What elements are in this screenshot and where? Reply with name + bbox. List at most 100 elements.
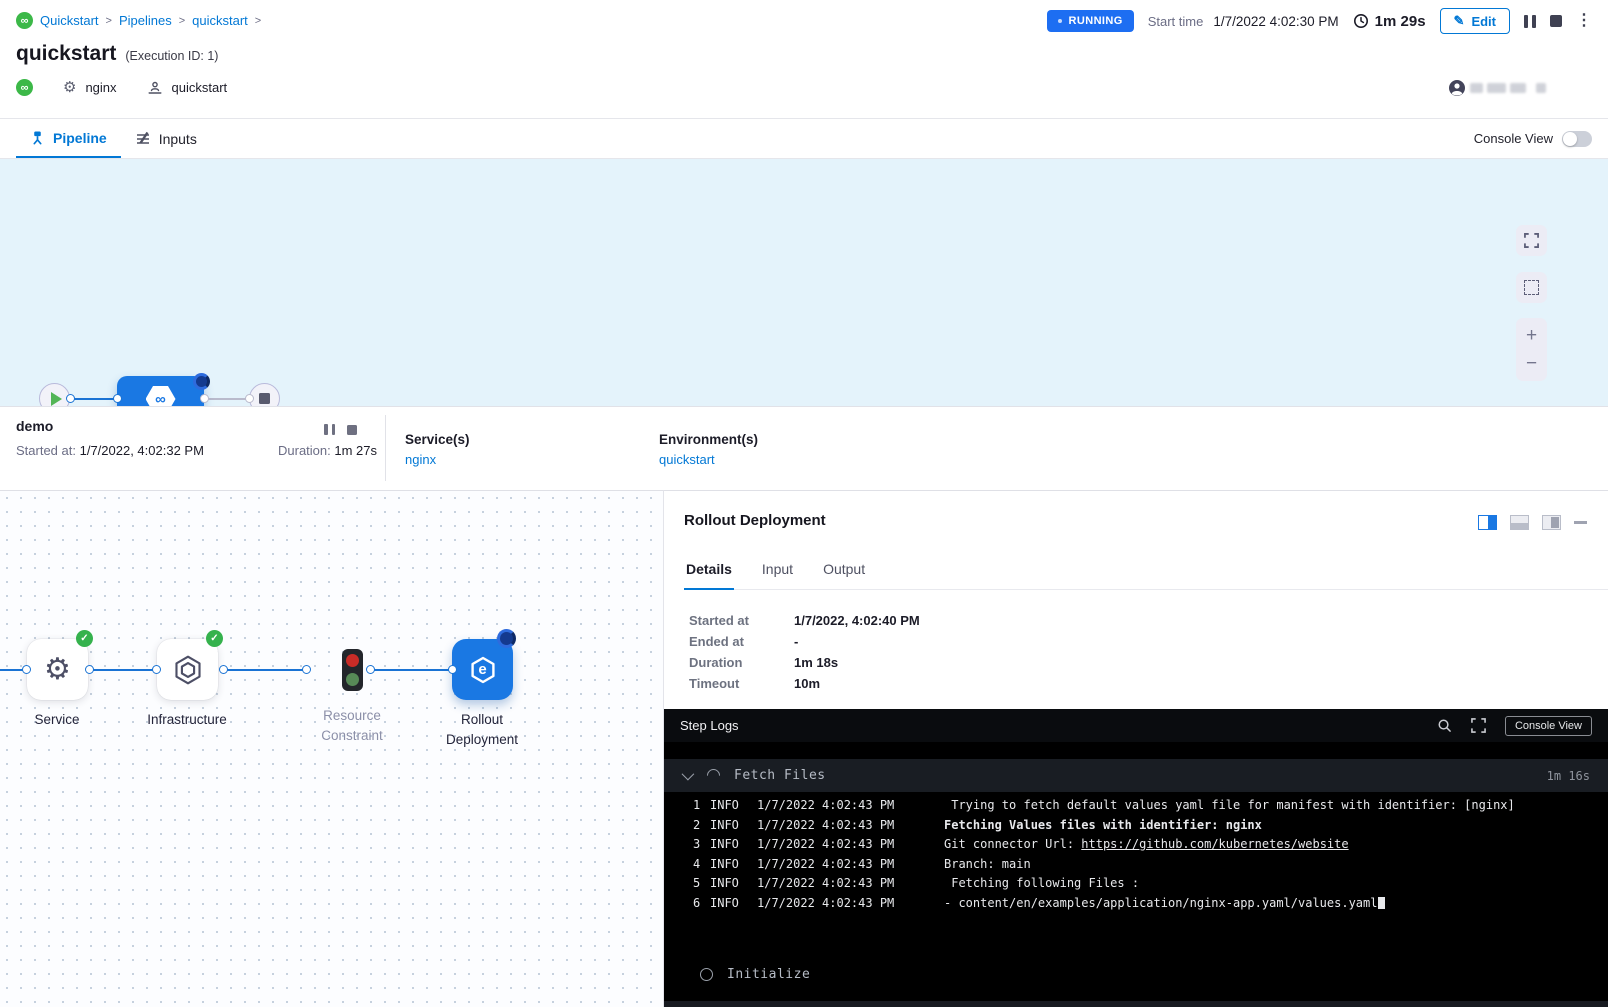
redacted-text: [1470, 83, 1483, 93]
edit-button[interactable]: ✎ Edit: [1440, 8, 1510, 34]
breadcrumb: ∞ Quickstart > Pipelines > quickstart >: [16, 12, 261, 29]
section-name: Initialize: [727, 967, 810, 982]
detail-label: Timeout: [689, 676, 794, 691]
start-time-value: 1/7/2022 4:02:30 PM: [1213, 14, 1338, 29]
execution-toolbar: RUNNING Start time 1/7/2022 4:02:30 PM 1…: [1047, 8, 1592, 34]
service-tag[interactable]: nginx: [85, 80, 116, 95]
elapsed-time: 1m 29s: [1353, 13, 1426, 30]
stop-icon: [259, 393, 270, 404]
resource-constraint-node-label: Resource Constraint: [287, 706, 417, 746]
connector-dot: [366, 665, 375, 674]
connector-dot: [245, 394, 254, 403]
gear-icon: ⚙: [63, 80, 76, 95]
section-pending-icon: [700, 968, 713, 981]
step-details-panel: Rollout Deployment Details Input Output …: [663, 490, 1608, 1007]
connector-dot: [152, 665, 161, 674]
console-view-toggle[interactable]: [1562, 131, 1592, 147]
step-logs-bar: Step Logs Console View: [664, 709, 1608, 742]
divider: [385, 415, 386, 481]
marquee-icon: [1524, 280, 1539, 295]
edge: [90, 669, 154, 671]
tab-input[interactable]: Input: [760, 557, 795, 589]
breadcrumb-pipelines[interactable]: Pipelines: [119, 13, 172, 28]
view-tabbar: Pipeline Inputs Console View: [0, 118, 1608, 159]
stop-execution-button[interactable]: [1550, 15, 1562, 27]
log-line: 1INFO1/7/2022 4:02:43 PM Trying to fetch…: [664, 796, 1608, 816]
traffic-light-red: [346, 654, 359, 667]
step-panel-tabs: Details Input Output: [684, 557, 1608, 590]
log-url-link[interactable]: https://github.com/kubernetes/website: [1081, 837, 1348, 851]
log-line: 6INFO1/7/2022 4:02:43 PM - content/en/ex…: [664, 894, 1608, 914]
breadcrumb-project[interactable]: Quickstart: [40, 13, 99, 28]
detail-value: 1m 18s: [794, 655, 920, 670]
layout-bottom-button[interactable]: [1510, 515, 1529, 530]
step-node-infrastructure[interactable]: [157, 639, 218, 700]
success-check-icon: ✓: [76, 630, 93, 647]
fullscreen-button[interactable]: [1516, 225, 1547, 256]
log-line: 4INFO1/7/2022 4:02:43 PM Branch: main: [664, 855, 1608, 875]
edge: [370, 669, 452, 671]
layout-right-button[interactable]: [1542, 515, 1561, 530]
edge: [0, 669, 24, 671]
connector-dot: [219, 665, 228, 674]
services-label: Service(s): [405, 432, 470, 447]
detail-label: Started at: [689, 613, 794, 628]
layout-split-right-button[interactable]: [1478, 515, 1497, 530]
more-options-button[interactable]: ⋮: [1576, 13, 1592, 29]
service-gear-icon: ⚙: [44, 655, 71, 685]
connector-dot: [302, 665, 311, 674]
log-section-initialize[interactable]: Initialize: [664, 958, 1608, 991]
marquee-select-button[interactable]: [1516, 272, 1547, 303]
tab-inputs[interactable]: Inputs: [121, 119, 211, 158]
start-time-label: Start time: [1148, 14, 1204, 29]
environments-block: Environment(s) quickstart: [659, 432, 758, 467]
zoom-in-button[interactable]: +: [1526, 326, 1537, 345]
environment-link[interactable]: quickstart: [659, 452, 758, 467]
log-line: 3INFO1/7/2022 4:02:43 PM Git connector U…: [664, 835, 1608, 855]
log-line: 2INFO1/7/2022 4:02:43 PM Fetching Values…: [664, 816, 1608, 836]
log-section-fetch-files[interactable]: Fetch Files 1m 16s: [664, 759, 1608, 792]
tab-output[interactable]: Output: [821, 557, 867, 589]
clock-icon: [1353, 13, 1369, 29]
traffic-light-green: [346, 673, 359, 686]
connector-dot: [113, 394, 122, 403]
step-node-rollout-deployment[interactable]: e: [452, 639, 513, 700]
environments-label: Environment(s): [659, 432, 758, 447]
breadcrumb-pipeline-name[interactable]: quickstart: [192, 13, 248, 28]
stage-details-bar: demo Started at: 1/7/2022, 4:02:32 PM Du…: [0, 406, 1608, 490]
redacted-text: [1487, 83, 1506, 93]
tab-pipeline[interactable]: Pipeline: [16, 119, 121, 158]
tab-details[interactable]: Details: [684, 557, 734, 590]
panel-layout-controls: [1478, 515, 1587, 530]
expand-logs-icon[interactable]: [1471, 718, 1486, 733]
stage-running-spinner: [193, 373, 210, 390]
step-node-resource-constraint[interactable]: [342, 649, 363, 691]
play-icon: [51, 392, 62, 406]
infrastructure-node-label: Infrastructure: [122, 710, 252, 730]
connector-dot: [448, 665, 457, 674]
stage-graph-canvas[interactable]: ∞ demo + −: [0, 159, 1608, 406]
step-panel-title: Rollout Deployment: [684, 512, 826, 529]
stage-stop-button[interactable]: [347, 425, 357, 435]
search-icon[interactable]: [1437, 718, 1452, 733]
log-lines: 1INFO1/7/2022 4:02:43 PM Trying to fetch…: [664, 796, 1608, 913]
console-view-label: Console View: [1474, 131, 1553, 146]
pause-execution-button[interactable]: [1524, 15, 1536, 28]
service-link[interactable]: nginx: [405, 452, 470, 467]
stage-duration: Duration: 1m 27s: [278, 443, 377, 458]
triggered-by: [1448, 79, 1546, 97]
stage-pause-button[interactable]: [324, 424, 335, 435]
inputs-icon: [135, 131, 151, 147]
environment-tag[interactable]: quickstart: [172, 80, 228, 95]
execution-graph-canvas[interactable]: ⚙ ✓ ✓ e Service Infrastructur: [0, 490, 663, 1007]
minimize-panel-button[interactable]: [1574, 521, 1587, 524]
redacted-text: [1536, 83, 1546, 93]
logs-console-view-button[interactable]: Console View: [1505, 716, 1592, 736]
zoom-out-button[interactable]: −: [1526, 354, 1537, 373]
log-console[interactable]: Fetch Files 1m 16s 1INFO1/7/2022 4:02:43…: [664, 742, 1608, 1007]
detail-value: -: [794, 634, 920, 649]
harness-module-icon: ∞: [16, 79, 33, 96]
step-node-service[interactable]: ⚙: [27, 639, 88, 700]
console-view-control: Console View: [1474, 119, 1592, 158]
environment-icon: [147, 80, 163, 96]
